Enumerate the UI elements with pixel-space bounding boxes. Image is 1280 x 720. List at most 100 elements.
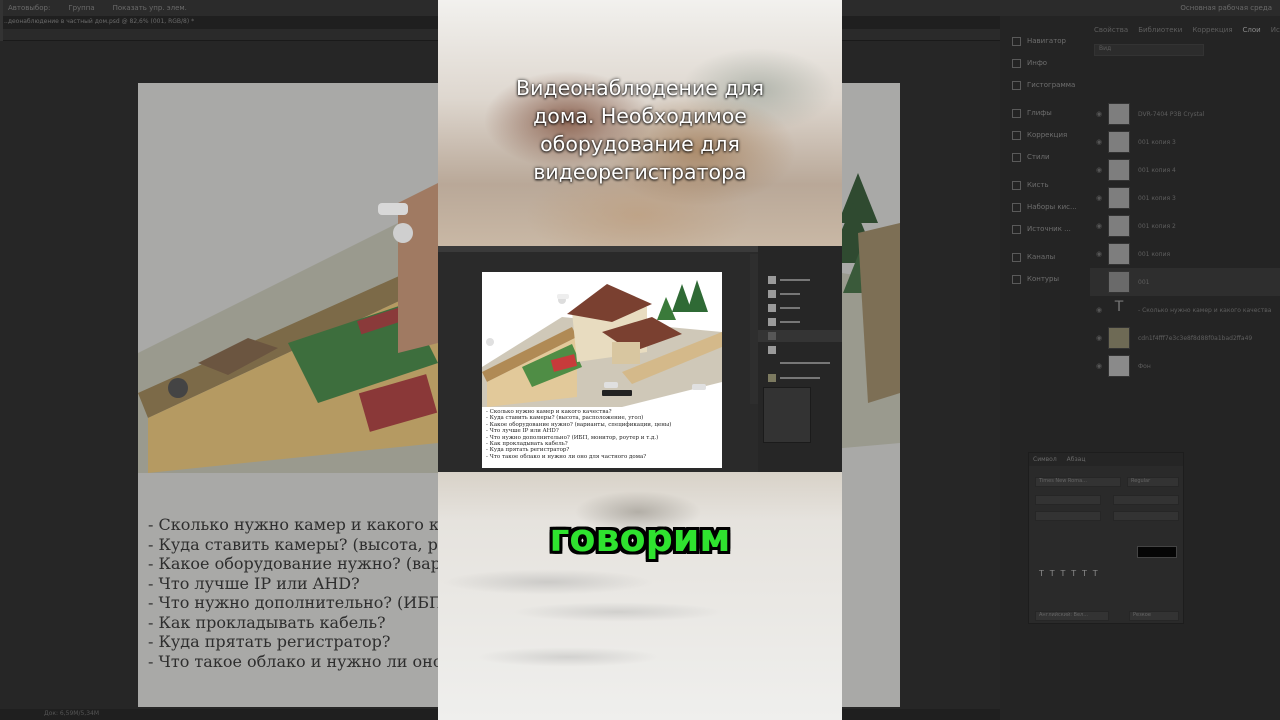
eye-icon[interactable]: ◉ xyxy=(1090,110,1108,118)
panel-icon-column: Навигатор Инфо Гистограмма Глифы Коррекц… xyxy=(1000,30,1088,290)
kerning-field[interactable] xyxy=(1035,511,1101,521)
character-panel-tabs: Символ Абзац xyxy=(1029,453,1183,466)
layer-row[interactable]: ◉ 001 копия xyxy=(1090,240,1280,268)
panel-item-glyphs[interactable]: Глифы xyxy=(1000,102,1088,124)
layer-thumbnail xyxy=(1108,103,1130,125)
layer-row[interactable]: ◉ Фон xyxy=(1090,352,1280,380)
layer-thumbnail xyxy=(1108,159,1130,181)
navigator-icon xyxy=(1012,36,1021,46)
eye-icon[interactable]: ◉ xyxy=(1090,138,1108,146)
clone-source-icon xyxy=(1012,224,1021,234)
panel-item-navigator[interactable]: Навигатор xyxy=(1000,30,1088,52)
brush-icon xyxy=(1012,180,1021,190)
layer-thumbnail xyxy=(1108,355,1130,377)
video-title-line: оборудование для xyxy=(540,132,740,156)
layer-row-selected[interactable]: 001 xyxy=(1090,268,1280,296)
eye-icon[interactable]: ◉ xyxy=(1090,306,1108,314)
layer-row[interactable]: ◉ cdn1f4fff7e3c3e8f8d88f0a1bad2ffa49 xyxy=(1090,324,1280,352)
document-question-list: - Сколько нужно камер и какого к - Куда … xyxy=(148,515,443,671)
video-frame[interactable]: Видеонаблюдение для дома. Необходимое об… xyxy=(438,0,842,720)
list-item: - Сколько нужно камер и какого к xyxy=(148,515,439,534)
layer-thumbnail xyxy=(1108,187,1130,209)
tab-properties[interactable]: Свойства xyxy=(1094,26,1128,38)
list-item: - Какое оборудование нужно? (вар xyxy=(148,554,441,573)
panel-item-adjustments[interactable]: Коррекция xyxy=(1000,124,1088,146)
layer-thumbnail xyxy=(1108,243,1130,265)
tab-character[interactable]: Символ xyxy=(1033,456,1057,463)
mini-document: - Сколько нужно камер и какого качества?… xyxy=(482,272,722,468)
text-layer-icon: T xyxy=(1114,299,1124,315)
layer-filter-input[interactable]: Вид xyxy=(1094,44,1204,56)
histogram-icon xyxy=(1012,80,1021,90)
eye-icon[interactable]: ◉ xyxy=(1090,222,1108,230)
blurred-text-background xyxy=(438,472,842,720)
layer-row[interactable]: ◉ T - Сколько нужно камер и какого качеств… xyxy=(1090,296,1280,324)
video-title: Видеонаблюдение для дома. Необходимое об… xyxy=(438,74,842,186)
video-title-line: дома. Необходимое xyxy=(533,104,747,128)
layer-thumbnail xyxy=(1108,131,1130,153)
tab-libraries[interactable]: Библиотеки xyxy=(1138,26,1182,38)
leading-field[interactable] xyxy=(1113,495,1179,505)
subtitle-caption: говорим xyxy=(549,516,731,560)
layer-row[interactable]: ◉ 001 копия 3 xyxy=(1090,184,1280,212)
list-item: - Что такое облако и нужно ли оно для ча… xyxy=(486,453,647,460)
eye-icon[interactable]: ◉ xyxy=(1090,250,1108,258)
panel-item-info[interactable]: Инфо xyxy=(1000,52,1088,74)
group-select[interactable]: Группа xyxy=(68,4,94,12)
video-title-line: видеорегистратора xyxy=(533,160,747,184)
list-item: - Что такое облако и нужно ли оно xyxy=(148,651,443,671)
list-item: - Куда ставить камеры? (высота, р xyxy=(148,534,438,554)
mini-question-list: - Сколько нужно камер и какого качества?… xyxy=(486,409,671,460)
layer-row[interactable]: ◉ 001 копия 2 xyxy=(1090,212,1280,240)
panel-item-clone-source[interactable]: Источник ... xyxy=(1000,218,1088,240)
eye-icon[interactable]: ◉ xyxy=(1090,334,1108,342)
mini-character-panel xyxy=(763,387,811,443)
adjustments-icon xyxy=(1012,130,1021,140)
font-size-field[interactable] xyxy=(1035,495,1101,505)
layer-thumbnail xyxy=(1108,271,1130,293)
tab-sources[interactable]: Источники xyxy=(1271,26,1280,38)
character-panel: Символ Абзац Times New Roma... Regular T… xyxy=(1028,452,1184,624)
mini-layer-rows xyxy=(758,276,842,394)
info-icon xyxy=(1012,58,1021,68)
workspace-select[interactable]: Основная рабочая среда xyxy=(1180,4,1272,12)
show-controls-toggle[interactable]: Показать упр. элем. xyxy=(113,4,187,12)
layer-row[interactable]: ◉ 001 копия 3 xyxy=(1090,128,1280,156)
text-color-swatch[interactable] xyxy=(1137,546,1177,558)
channels-icon xyxy=(1012,252,1021,262)
panel-item-styles[interactable]: Стили xyxy=(1000,146,1088,168)
tracking-field[interactable] xyxy=(1113,511,1179,521)
eye-icon[interactable]: ◉ xyxy=(1090,194,1108,202)
text-style-buttons[interactable]: TTTTTT xyxy=(1039,569,1104,578)
panel-item-channels[interactable]: Каналы xyxy=(1000,246,1088,268)
layer-row[interactable]: ◉ 001 копия 4 xyxy=(1090,156,1280,184)
font-family-select[interactable]: Times New Roma... xyxy=(1035,477,1121,487)
autoselect-label[interactable]: Автовыбор: xyxy=(8,4,50,12)
glyphs-icon xyxy=(1012,108,1021,118)
list-item: - Куда прятать регистратор? xyxy=(148,632,391,651)
layer-row[interactable]: ◉ DVR-7404 P3B Crystal xyxy=(1090,100,1280,128)
tab-layers[interactable]: Слои xyxy=(1243,26,1261,38)
panel-item-paths[interactable]: Контуры xyxy=(1000,268,1088,290)
mini-house-illustration xyxy=(482,272,722,407)
panel-item-histogram[interactable]: Гистограмма xyxy=(1000,74,1088,96)
list-item: - Что лучше IP или AHD? xyxy=(148,573,360,593)
language-select[interactable]: Английский: Вел... xyxy=(1035,611,1109,621)
font-style-select[interactable]: Regular xyxy=(1127,477,1179,487)
paths-icon xyxy=(1012,274,1021,284)
layers-panel-tabs: Свойства Библиотеки Коррекция Слои Источ… xyxy=(1090,24,1280,38)
list-item: - Что нужно дополнительно? (ИБП xyxy=(148,593,443,612)
embedded-photoshop-screenshot: - Сколько нужно камер и какого качества?… xyxy=(438,246,842,472)
panel-item-brush-sets[interactable]: Наборы кис... xyxy=(1000,196,1088,218)
mini-panel-icons xyxy=(750,254,758,404)
antialias-select[interactable]: Резкое xyxy=(1129,611,1179,621)
list-item: - Как прокладывать кабель? xyxy=(148,612,386,632)
layer-thumbnail xyxy=(1108,327,1130,349)
eye-icon[interactable]: ◉ xyxy=(1090,166,1108,174)
eye-icon[interactable]: ◉ xyxy=(1090,362,1108,370)
brush-sets-icon xyxy=(1012,202,1021,212)
styles-icon xyxy=(1012,152,1021,162)
tab-adjustments[interactable]: Коррекция xyxy=(1192,26,1232,38)
panel-item-brush[interactable]: Кисть xyxy=(1000,174,1088,196)
tab-paragraph[interactable]: Абзац xyxy=(1067,456,1086,463)
